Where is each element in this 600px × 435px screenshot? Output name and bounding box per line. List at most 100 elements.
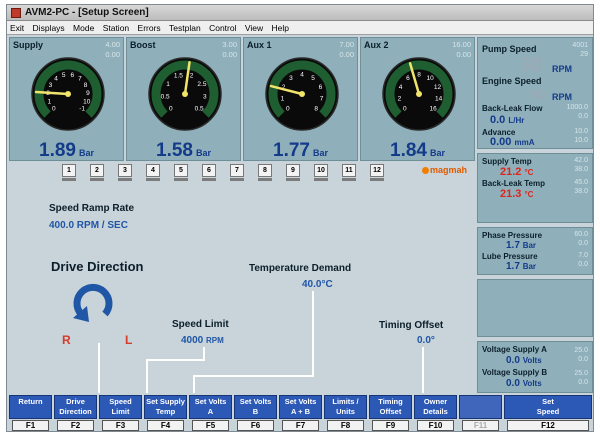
fkey-set-volts-b[interactable]: Set Volts B F6 — [233, 395, 278, 431]
fkey-label-line2: Direction — [59, 407, 92, 416]
fkey-speed-limit[interactable]: Speed Limit F3 — [98, 395, 143, 431]
fkey-key[interactable]: F5 — [192, 420, 229, 431]
menu-view[interactable]: View — [245, 23, 263, 33]
fkey-key[interactable]: F6 — [237, 420, 274, 431]
gauge-value: 1.58 — [156, 140, 193, 161]
timing-offset-value[interactable]: 0.0° — [417, 335, 435, 346]
menu-exit[interactable]: Exit — [10, 23, 24, 33]
gauge-label: Supply — [13, 40, 44, 50]
dial-tick-label: 0 — [169, 106, 173, 113]
gauge-dial: 0123 4 5678 — [265, 57, 339, 131]
fkey-label[interactable]: Set Supply Temp — [144, 395, 187, 419]
speed-limit-unit: RPM — [206, 336, 224, 345]
setup-area: Speed Ramp Rate 400.0 RPM / SEC Drive Di… — [7, 183, 475, 393]
fkey-label[interactable]: Set Volts A — [189, 395, 232, 419]
fkey-set-volts-ab[interactable]: Set Volts A + B F7 — [278, 395, 323, 431]
fkey-key[interactable]: F1 — [12, 420, 49, 431]
fkey-label[interactable]: Set Speed — [504, 395, 592, 419]
menu-displays[interactable]: Displays — [33, 23, 65, 33]
fkey-key[interactable]: F12 — [507, 420, 589, 431]
speed-ramp-value[interactable]: 400.0 RPM / SEC — [49, 220, 128, 231]
temperature-demand-value[interactable]: 40.0°C — [302, 279, 333, 290]
voltage-b-label: Voltage Supply B — [482, 368, 548, 377]
fkey-key: F11 — [462, 420, 499, 431]
dial-tick-label: 0 — [52, 106, 56, 113]
station-button-9[interactable]: 9 — [286, 164, 300, 177]
fkey-label[interactable]: Set Volts A + B — [279, 395, 322, 419]
fkey-label[interactable]: Return — [9, 395, 52, 419]
station-button-8[interactable]: 8 — [258, 164, 272, 177]
fkey-label[interactable]: Timing Offset — [369, 395, 412, 419]
gauge-max: 16.00 — [452, 40, 471, 49]
gauge-readout: 1.77 Bar — [244, 140, 357, 162]
station-button-10[interactable]: 10 — [314, 164, 328, 177]
gauge-max: 4.00 — [105, 40, 120, 49]
menu-errors[interactable]: Errors — [138, 23, 161, 33]
fkey-key[interactable]: F7 — [282, 420, 319, 431]
fkey-set-volts-a[interactable]: Set Volts A F5 — [188, 395, 233, 431]
dial-tick-label: 6 — [70, 72, 74, 79]
menu-mode[interactable]: Mode — [73, 23, 94, 33]
voltage-a-value: 0.0 — [506, 355, 520, 366]
pump-speed-unit: RPM — [552, 64, 572, 74]
station-button-6[interactable]: 6 — [202, 164, 216, 177]
fkey-label-line1: Set Supply — [146, 397, 185, 406]
dial-tick-label: 4 — [399, 84, 403, 91]
dial-tick-label: 2.5 — [197, 81, 206, 88]
station-button-5[interactable]: 5 — [174, 164, 188, 177]
fkey-key[interactable]: F8 — [327, 420, 364, 431]
fkey-key[interactable]: F10 — [417, 420, 454, 431]
fkey-set-supply-temp[interactable]: Set Supply Temp F4 — [143, 395, 188, 431]
fkey-label-line1: Drive — [66, 397, 85, 406]
fkey-drive-direction[interactable]: Drive Direction F2 — [53, 395, 98, 431]
fkey-key[interactable]: F2 — [57, 420, 94, 431]
fkey-key[interactable]: F9 — [372, 420, 409, 431]
fkey-label-line2: Temp — [155, 407, 176, 416]
dial-tick-label: 1 — [166, 81, 170, 88]
menu-bar: Exit Displays Mode Station Errors Testpl… — [7, 21, 593, 35]
fkey-owner-details[interactable]: Owner Details F10 — [413, 395, 458, 431]
gauge-max: 3.00 — [222, 40, 237, 49]
menu-testplan[interactable]: Testplan — [169, 23, 201, 33]
fkey-set-speed[interactable]: Set Speed F12 — [503, 395, 593, 431]
fkey-label-line2: Units — [336, 407, 355, 416]
speed-limit-readout[interactable]: 4000 RPM — [181, 335, 224, 346]
station-button-2[interactable]: 2 — [90, 164, 104, 177]
menu-help[interactable]: Help — [272, 23, 289, 33]
rotation-icon[interactable] — [67, 278, 119, 328]
dial-tick-label: 7 — [78, 75, 82, 82]
fkey-label-line1: Return — [18, 397, 43, 406]
station-indicator — [90, 178, 104, 181]
station-button-11[interactable]: 11 — [342, 164, 356, 177]
station-button-1[interactable]: 1 — [62, 164, 76, 177]
dial-tick-label: 0 — [403, 106, 407, 113]
pump-speed-min: 29 — [580, 51, 588, 58]
fkey-key[interactable]: F4 — [147, 420, 184, 431]
menu-station[interactable]: Station — [103, 23, 129, 33]
gauge-readout: 1.58 Bar — [127, 140, 240, 162]
station-button-3[interactable]: 3 — [118, 164, 132, 177]
fkey-label[interactable]: Owner Details — [414, 395, 457, 419]
fkey-limits-units[interactable]: Limits / Units F8 — [323, 395, 368, 431]
backleak-temp-value: 21.3 — [500, 188, 522, 200]
dial-tick-label: 3 — [289, 75, 293, 82]
drive-direction-label: Drive Direction — [51, 259, 144, 274]
fkey-key[interactable]: F3 — [102, 420, 139, 431]
fkey-return[interactable]: Return F1 — [8, 395, 53, 431]
station-button-12[interactable]: 12 — [370, 164, 384, 177]
menu-control[interactable]: Control — [209, 23, 236, 33]
fkey-label[interactable]: Set Volts B — [234, 395, 277, 419]
connector-line — [193, 375, 195, 393]
dial-tick-label: 0.5 — [161, 94, 170, 101]
station-button-4[interactable]: 4 — [146, 164, 160, 177]
gauge-label: Aux 1 — [247, 40, 272, 50]
fkey-label[interactable]: Speed Limit — [99, 395, 142, 419]
fkey-label-line1: Timing — [378, 397, 403, 406]
fkey-timing-offset[interactable]: Timing Offset F9 — [368, 395, 413, 431]
station-button-7[interactable]: 7 — [230, 164, 244, 177]
dial-tick-label: 4 — [300, 72, 304, 79]
fkey-label[interactable]: Drive Direction — [54, 395, 97, 419]
fkey-label[interactable]: Limits / Units — [324, 395, 367, 419]
gauge-value: 1.89 — [39, 140, 76, 161]
backleak-flow-max: 1000.0 — [566, 104, 588, 111]
